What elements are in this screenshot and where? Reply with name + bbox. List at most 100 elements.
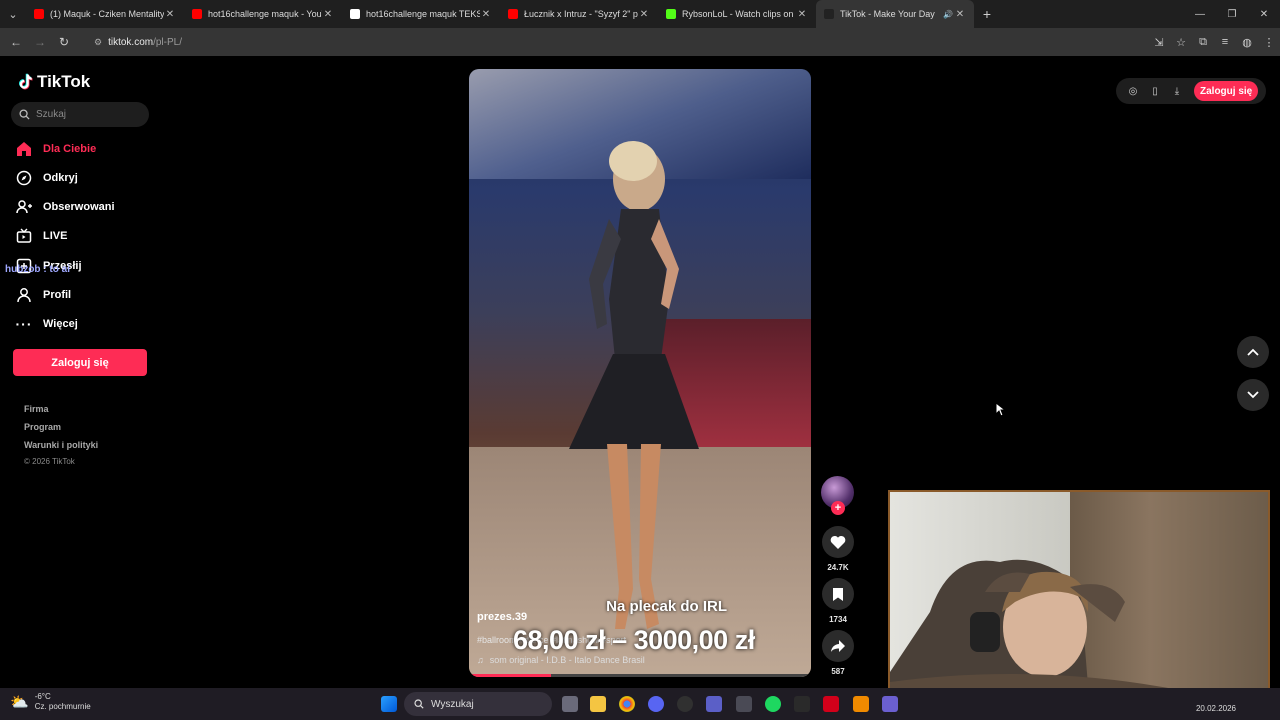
browser-tab[interactable]: TikTok - Make Your Day 🔊 ✕ bbox=[816, 0, 974, 28]
tiktok-logo[interactable]: TikTok bbox=[16, 72, 90, 92]
tab-favicon-icon bbox=[350, 9, 360, 19]
new-tab-button[interactable]: + bbox=[974, 6, 1000, 22]
tab-close-icon[interactable]: ✕ bbox=[164, 9, 176, 20]
browser-tab[interactable]: Łucznik x Intruz - "Syzyf 2" proc ✕ bbox=[500, 0, 658, 28]
footer-link-company[interactable]: Firma bbox=[24, 404, 49, 414]
tab-close-icon[interactable]: ✕ bbox=[322, 9, 334, 20]
share-button[interactable] bbox=[822, 630, 854, 662]
site-info-icon[interactable]: ⚙ bbox=[94, 37, 102, 48]
taskbar-search-icon bbox=[414, 699, 424, 709]
video-author[interactable]: prezes.39 bbox=[477, 611, 527, 623]
chevron-down-icon bbox=[1247, 391, 1259, 399]
video-progress-bar[interactable] bbox=[469, 674, 811, 677]
footer-link-program[interactable]: Program bbox=[24, 422, 61, 432]
browser-menu-icon[interactable]: ⋮ bbox=[1258, 36, 1280, 49]
previous-video-button[interactable] bbox=[1237, 336, 1269, 368]
chrome-icon[interactable] bbox=[619, 696, 635, 712]
search-box[interactable] bbox=[11, 102, 149, 127]
close-window-icon[interactable]: ✕ bbox=[1248, 0, 1280, 28]
discord-icon[interactable] bbox=[648, 696, 664, 712]
video-price-overlay: 68,00 zł – 3000,00 zł bbox=[513, 625, 755, 655]
webcam-overlay bbox=[888, 490, 1270, 708]
share-count: 587 bbox=[831, 667, 845, 676]
video-music[interactable]: ♫ som original - I.D.B - Italo Dance Bra… bbox=[477, 655, 645, 665]
reload-icon[interactable]: ↻ bbox=[52, 28, 76, 56]
vlc-icon[interactable] bbox=[853, 696, 869, 712]
nav-item-live[interactable]: LIVE bbox=[16, 226, 67, 246]
browser-tab[interactable]: (1) Maquk - Cziken Mentality | F✕ bbox=[26, 0, 184, 28]
next-video-button[interactable] bbox=[1237, 379, 1269, 411]
save-button[interactable] bbox=[822, 578, 854, 610]
tab-favicon-icon bbox=[824, 9, 834, 19]
nav-label: Obserwowani bbox=[43, 201, 115, 213]
install-app-icon[interactable]: ⇲ bbox=[1148, 36, 1170, 49]
obs-icon[interactable] bbox=[677, 696, 693, 712]
live-icon bbox=[16, 228, 32, 244]
taskbar: ⛅ -6°C Cz. pochmurnie Wyszukaj 20.02.202… bbox=[0, 688, 1280, 720]
tab-favicon-icon bbox=[666, 9, 676, 19]
device-icon[interactable]: ▯ bbox=[1144, 86, 1166, 97]
browser-toolbar-icons: ⇲ ☆ ⧉ ≡ ◍ ⋮ bbox=[1148, 36, 1280, 49]
app-icon[interactable] bbox=[794, 696, 810, 712]
taskbar-date: 20.02.2026 bbox=[1195, 704, 1236, 713]
extensions-icon[interactable]: ⧉ bbox=[1192, 36, 1214, 49]
search-icon bbox=[19, 109, 30, 120]
webcam-person bbox=[890, 559, 1190, 706]
browser-tab[interactable]: hot16challenge maquk - YouTu ✕ bbox=[184, 0, 342, 28]
tiktok-note-icon bbox=[19, 73, 33, 90]
like-button[interactable] bbox=[822, 526, 854, 558]
browser-tab[interactable]: RybsonLoL - Watch clips on Kic ✕ bbox=[658, 0, 816, 28]
tab-close-icon[interactable]: ✕ bbox=[480, 9, 492, 20]
tab-close-icon[interactable]: ✕ bbox=[954, 9, 966, 20]
app-icon[interactable] bbox=[736, 696, 752, 712]
logo-text: TikTok bbox=[37, 72, 91, 91]
media-controls-icon[interactable]: ≡ bbox=[1214, 36, 1236, 49]
weather-description: Cz. pochmurnie bbox=[34, 702, 91, 711]
taskbar-search-label: Wyszukaj bbox=[431, 698, 474, 710]
bookmark-icon bbox=[833, 587, 843, 601]
compass-mini-icon[interactable]: ◎ bbox=[1122, 86, 1144, 97]
forward-icon[interactable]: → bbox=[28, 28, 52, 56]
tab-favicon-icon bbox=[192, 9, 202, 19]
compass-icon bbox=[16, 170, 32, 186]
nav-item-for-you[interactable]: Dla Ciebie bbox=[16, 139, 96, 159]
chat-overlay-text: hubzob : to ai bbox=[5, 264, 70, 275]
search-input[interactable] bbox=[36, 109, 136, 120]
nav-item-explore[interactable]: Odkryj bbox=[16, 168, 78, 188]
weather-widget[interactable]: ⛅ -6°C Cz. pochmurnie bbox=[10, 692, 91, 712]
footer-link-terms[interactable]: Warunki i polityki bbox=[24, 440, 98, 450]
top-login-button[interactable]: Zaloguj się bbox=[1194, 81, 1259, 101]
profile-icon bbox=[16, 287, 32, 303]
home-icon bbox=[16, 141, 32, 157]
app-icon[interactable] bbox=[882, 696, 898, 712]
music-label: som original - I.D.B - Italo Dance Brasi… bbox=[489, 655, 645, 665]
tab-search-menu-icon[interactable]: ⌄ bbox=[0, 0, 26, 28]
nav-item-following[interactable]: Obserwowani bbox=[16, 197, 115, 217]
start-menu-icon[interactable] bbox=[381, 696, 397, 712]
nav-item-more[interactable]: ··· Więcej bbox=[16, 314, 78, 334]
teams-icon[interactable] bbox=[706, 696, 722, 712]
minimize-icon[interactable]: — bbox=[1184, 0, 1216, 28]
download-icon[interactable]: ⤓ bbox=[1166, 86, 1188, 97]
bookmark-star-icon[interactable]: ☆ bbox=[1170, 36, 1192, 49]
tab-close-icon[interactable]: ✕ bbox=[638, 9, 650, 20]
tab-close-icon[interactable]: ✕ bbox=[796, 9, 808, 20]
url-path: /pl-PL/ bbox=[153, 36, 182, 48]
back-icon[interactable]: ← bbox=[4, 28, 28, 56]
restore-icon[interactable]: ❐ bbox=[1216, 0, 1248, 28]
video-player[interactable]: Na plecak do IRL prezes.39 #ballroom #da… bbox=[469, 69, 811, 677]
browser-tab[interactable]: hot16challenge maquk TEKSTO✕ bbox=[342, 0, 500, 28]
nav-item-profile[interactable]: Profil bbox=[16, 285, 71, 305]
following-icon bbox=[16, 199, 32, 215]
profile-avatar-icon[interactable]: ◍ bbox=[1236, 36, 1258, 49]
file-explorer-icon[interactable] bbox=[590, 696, 606, 712]
url-field[interactable]: ⚙ tiktok.com/pl-PL/ bbox=[86, 31, 1106, 53]
tab-audio-icon[interactable]: 🔊 bbox=[942, 10, 954, 19]
nav-label: Dla Ciebie bbox=[43, 143, 97, 155]
follow-plus-icon[interactable]: + bbox=[831, 501, 845, 515]
spotify-icon[interactable] bbox=[765, 696, 781, 712]
sidebar-login-button[interactable]: Zaloguj się bbox=[13, 349, 147, 376]
task-view-icon[interactable] bbox=[562, 696, 578, 712]
taskbar-search[interactable]: Wyszukaj bbox=[404, 692, 552, 716]
app-icon[interactable] bbox=[823, 696, 839, 712]
